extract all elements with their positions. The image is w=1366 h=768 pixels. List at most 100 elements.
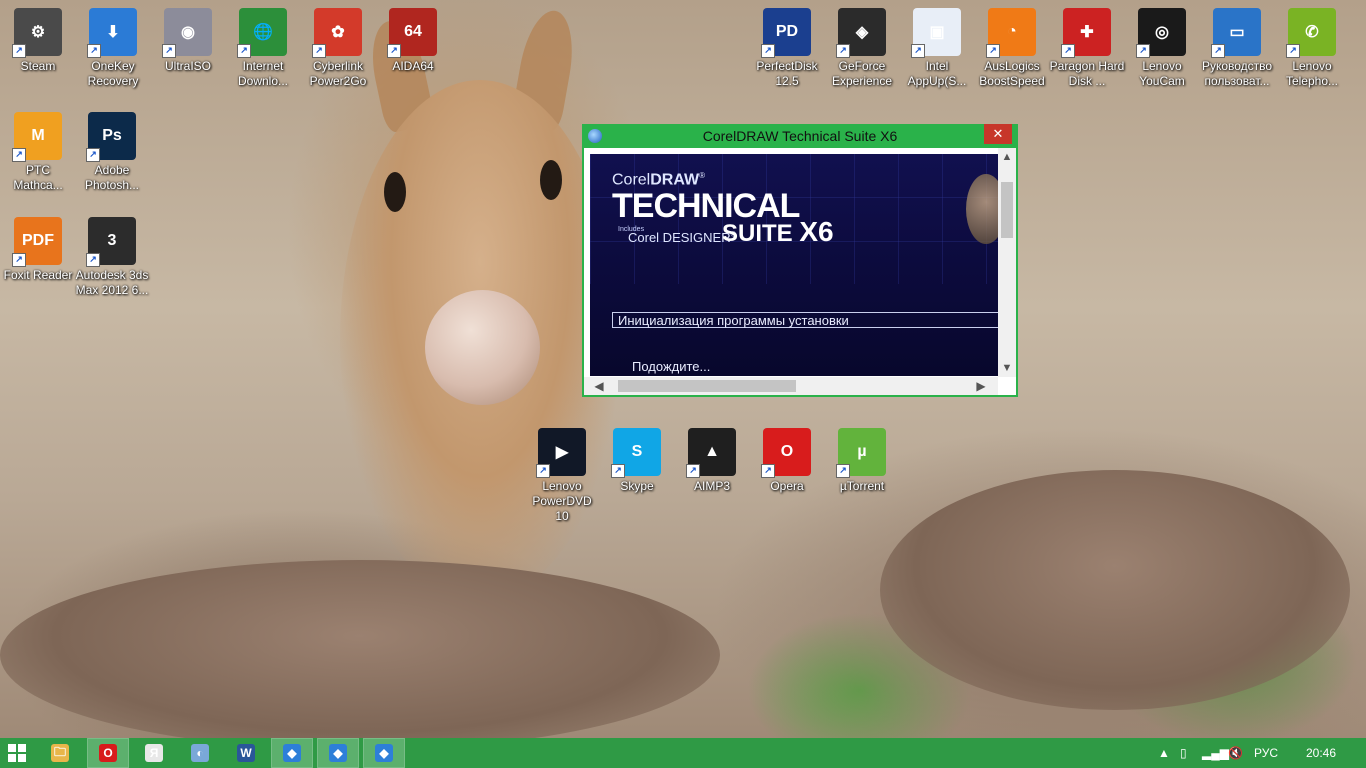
icon-glyph: ▭ [1229,24,1245,41]
volume-muted-icon[interactable]: 🔇 [1228,746,1243,760]
shortcut-arrow-icon: ↗ [12,44,26,58]
shortcut-arrow-icon: ↗ [986,44,1000,58]
desktop-shortcut[interactable]: ▣ ↗ Intel AppUp(S... [899,8,975,89]
installer-task-2-icon: ◆ [329,744,347,762]
taskbar-button[interactable]: O [87,738,129,768]
wait-text: Подождите... [632,359,711,374]
foxit-reader-icon: PDF ↗ [12,217,62,267]
onekey-recovery-icon: ⬇ ↗ [87,8,137,58]
shortcut-label: OneKey Recovery [87,59,139,88]
desktop-shortcut[interactable]: 🌐 ↗ Internet Downlo... [225,8,301,89]
speaker-app-icon: ◐ [191,744,209,762]
desktop-shortcut[interactable]: 64 ↗ AIDA64 [375,8,451,74]
telephony-icon: ✆ ↗ [1286,8,1336,58]
desktop-shortcut[interactable]: ✿ ↗ Cyberlink Power2Go [300,8,376,89]
shortcut-arrow-icon: ↗ [836,464,850,478]
desktop-shortcut[interactable]: ▲ ↗ AIMP3 [674,428,750,494]
shortcut-arrow-icon: ↗ [87,44,101,58]
vertical-scrollbar[interactable]: ▲ ▼ [998,148,1016,377]
desktop-shortcut[interactable]: µ ↗ µTorrent [824,428,900,494]
shortcut-label: Internet Downlo... [237,59,289,88]
shortcut-label: Lenovo PowerDVD 10 [532,479,592,523]
taskbar: 🗀 O Я ◐ W ◆ ◆ ◆ ▲ ▯ ▂▄▆ 🔇 РУС 20:46 [0,738,1366,768]
scroll-right-icon[interactable]: ▶ [972,377,990,395]
show-hidden-icons-icon[interactable]: ▲ [1158,746,1170,760]
desktop-shortcut[interactable]: ◔ ↗ AusLogics BoostSpeed [974,8,1050,89]
icon-glyph: ▶ [555,444,569,461]
close-button[interactable]: ✕ [984,124,1012,144]
icon-glyph: 🌐 [253,24,273,41]
status-text: Инициализация программы установки [618,313,849,328]
desktop-shortcut[interactable]: ◈ ↗ GeForce Experience [824,8,900,89]
desktop-shortcut[interactable]: ▶ ↗ Lenovo PowerDVD 10 [524,428,600,524]
icon-glyph: Ps [102,127,122,144]
icon-glyph: ◈ [855,24,869,41]
language-indicator[interactable]: РУС [1254,746,1278,760]
icon-glyph: 3 [107,232,117,249]
power-icon[interactable]: ▯ [1180,746,1187,760]
desktop-shortcut[interactable]: ⚙ ↗ Steam [0,8,76,74]
steam-icon: ⚙ ↗ [12,8,62,58]
taskbar-button[interactable]: 🗀 [40,739,80,767]
shortcut-arrow-icon: ↗ [237,44,251,58]
vertical-scroll-thumb[interactable] [1001,182,1013,238]
shortcut-label: Adobe Photosh... [84,163,140,192]
desktop-shortcut[interactable]: ◉ ↗ UltraISO [150,8,226,74]
desktop-shortcut[interactable]: ⬇ ↗ OneKey Recovery [75,8,151,89]
suite-version: X6 [799,216,834,247]
word-icon: W [237,744,255,762]
aida64-icon: 64 ↗ [387,8,437,58]
system-tray: ▲ ▯ ▂▄▆ 🔇 РУС 20:46 [1136,738,1366,768]
squirrel-nut [425,290,540,405]
taskbar-button[interactable]: ◆ [271,738,313,768]
scroll-up-icon[interactable]: ▲ [998,148,1016,166]
window-client-area: CorelDRAW® TECHNICAL Includes Corel DESI… [584,148,1016,395]
designer-name: Corel DESIGNER [628,230,731,245]
start-button[interactable] [8,744,26,762]
icon-glyph: ✆ [1305,24,1319,41]
shortcut-arrow-icon: ↗ [86,253,100,267]
desktop-shortcut[interactable]: ✆ ↗ Lenovo Telepho... [1274,8,1350,89]
splash-banner: CorelDRAW® TECHNICAL Includes Corel DESI… [590,154,998,376]
desktop-shortcut[interactable]: ◎ ↗ Lenovo YouCam [1124,8,1200,89]
horizontal-scroll-thumb[interactable] [618,380,796,392]
rock-right [880,470,1350,710]
installer-window[interactable]: CorelDRAW Technical Suite X6 ✕ CorelDRAW… [582,124,1018,397]
taskbar-button[interactable]: W [226,739,266,767]
shortcut-label: AIDA64 [392,59,434,73]
taskbar-button[interactable]: ◆ [363,738,405,768]
desktop-shortcut[interactable]: ✚ ↗ Paragon Hard Disk ... [1049,8,1125,89]
window-title: CorelDRAW Technical Suite X6 [702,128,898,144]
desktop-shortcut[interactable]: ▭ ↗ Руководство пользоват... [1199,8,1275,89]
opera-taskbar-icon: O [99,744,117,762]
horizontal-scrollbar[interactable]: ◀ ▶ [584,377,998,395]
shortcut-label: µTorrent [839,479,885,493]
desktop-shortcut[interactable]: M ↗ PTC Mathca... [0,112,76,193]
icon-glyph: ▣ [929,24,945,41]
scroll-left-icon[interactable]: ◀ [590,377,608,395]
shortcut-label: Opera [770,479,804,493]
shortcut-arrow-icon: ↗ [1211,44,1225,58]
taskbar-button[interactable]: ◆ [317,738,359,768]
desktop-shortcut[interactable]: O ↗ Opera [749,428,825,494]
paragon-icon: ✚ ↗ [1061,8,1111,58]
taskbar-button[interactable]: ◐ [180,739,220,767]
icon-glyph: PDF [22,232,54,249]
shortcut-label: Lenovo YouCam [1139,59,1185,88]
icon-glyph: ◔ [1007,23,1017,40]
shortcut-arrow-icon: ↗ [761,464,775,478]
desktop-shortcut[interactable]: Ps ↗ Adobe Photosh... [74,112,150,193]
desktop-shortcut[interactable]: PDF ↗ Foxit Reader [0,217,76,283]
shortcut-label: AusLogics BoostSpeed [979,59,1045,88]
desktop-shortcut[interactable]: S ↗ Skype [599,428,675,494]
desktop-shortcut[interactable]: 3 ↗ Autodesk 3ds Max 2012 6... [74,217,150,298]
boostspeed-icon: ◔ ↗ [986,8,1036,58]
shortcut-label: GeForce Experience [831,59,893,88]
taskbar-button[interactable]: Я [134,739,174,767]
icon-glyph: O [780,443,794,460]
desktop-shortcut[interactable]: PD ↗ PerfectDisk 12.5 [749,8,825,89]
scroll-down-icon[interactable]: ▼ [998,359,1016,377]
shortcut-arrow-icon: ↗ [1136,44,1150,58]
network-icon[interactable]: ▂▄▆ [1202,746,1229,760]
clock[interactable]: 20:46 [1306,746,1336,760]
